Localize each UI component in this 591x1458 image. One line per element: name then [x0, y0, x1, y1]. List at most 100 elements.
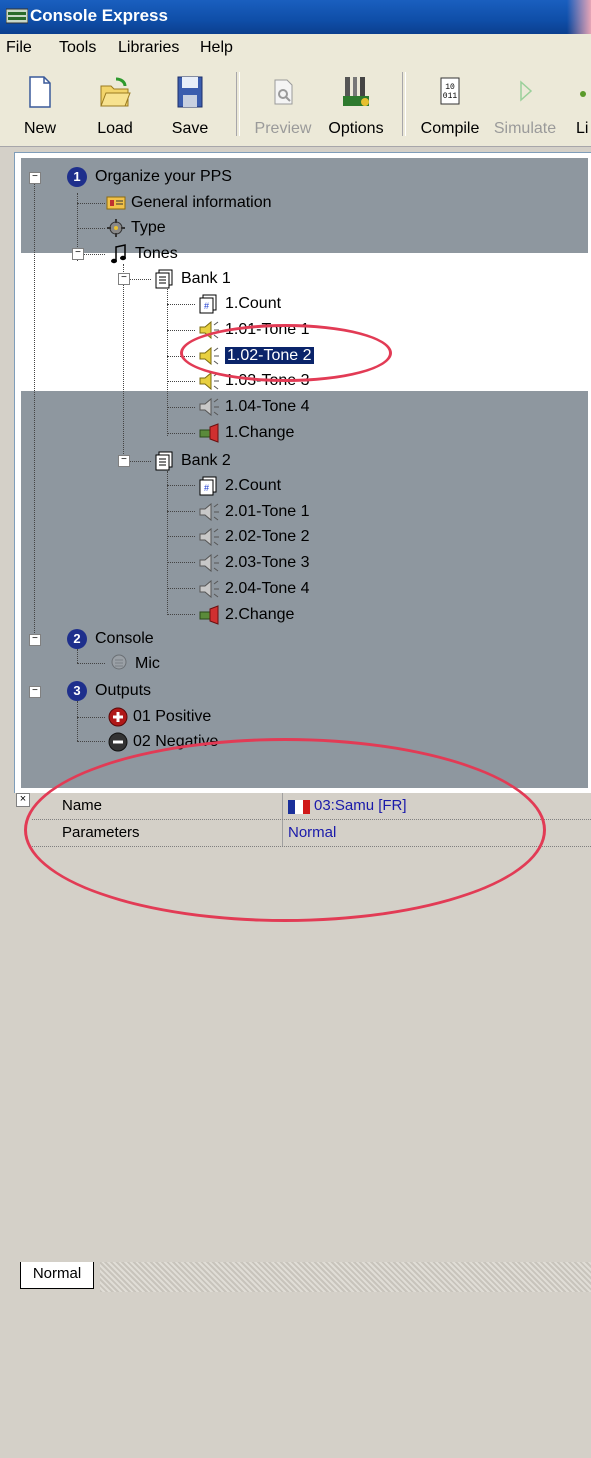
collapse-toggle[interactable]: − — [118, 455, 130, 467]
positive-label: 01 Positive — [133, 708, 212, 725]
new-label: New — [23, 120, 57, 137]
annotation-circle-selected-tone — [180, 324, 392, 382]
svg-text:011: 011 — [443, 92, 458, 101]
menu-libraries[interactable]: Libraries — [118, 39, 179, 57]
tree-item-2-01-tone-1[interactable]: 2.01-Tone 1 — [225, 501, 310, 523]
general-label: General information — [131, 194, 272, 211]
svg-text:#: # — [204, 483, 209, 493]
simulate-button[interactable]: Simulate — [490, 70, 560, 140]
tree-item-type[interactable]: Type — [131, 217, 166, 239]
organize-label: Organize your PPS — [95, 168, 232, 185]
collapse-toggle[interactable]: − — [29, 686, 41, 698]
plus-circle-icon — [108, 707, 128, 727]
load-label: Load — [97, 120, 133, 137]
open-folder-icon — [100, 77, 131, 107]
tree-item-general-information[interactable]: General information — [131, 192, 272, 214]
toolbar: New Load Save Preview Options 10 011 Comp… — [0, 64, 591, 147]
speaker-icon — [199, 502, 219, 522]
speaker-icon — [199, 579, 219, 599]
tree-item-2-02-tone-2[interactable]: 2.02-Tone 2 — [225, 526, 310, 548]
options-button[interactable]: Options — [320, 70, 392, 140]
close-icon[interactable]: × — [16, 793, 30, 807]
item-label: 2.Count — [225, 477, 282, 494]
simulate-label: Simulate — [493, 120, 557, 137]
tree-item-2-03-tone-3[interactable]: 2.03-Tone 3 — [225, 552, 310, 574]
tree-item-1-change[interactable]: 1.Change — [225, 422, 294, 444]
step-2-badge: 2 — [67, 629, 87, 649]
tree-item-1-04-tone-4[interactable]: 1.04-Tone 4 — [225, 396, 310, 418]
speaker-icon — [199, 397, 219, 417]
title-bar: Console Express — [0, 0, 591, 34]
bottom-tab-strip: Normal — [0, 1262, 591, 1304]
tab-strip-background — [100, 1262, 591, 1292]
tree-item-2-count[interactable]: 2.Count — [225, 475, 281, 497]
bank-icon — [155, 269, 173, 289]
compile-binary-icon: 10011 — [440, 77, 460, 105]
tree-item-bank-1[interactable]: Bank 1 — [181, 268, 231, 290]
tones-label: Tones — [135, 245, 178, 262]
speaker-icon — [199, 553, 219, 573]
console-label: Console — [95, 630, 154, 647]
tree-item-2-change[interactable]: 2.Change — [225, 604, 294, 626]
project-tree[interactable]: − 1 Organize your PPS General informatio… — [14, 152, 591, 794]
step-3-badge: 3 — [67, 681, 87, 701]
speaker-icon — [199, 527, 219, 547]
preview-label: Preview — [254, 120, 312, 137]
general-info-icon — [106, 196, 126, 210]
save-button[interactable]: Save — [160, 70, 220, 140]
change-icon — [199, 423, 219, 443]
load-button[interactable]: Load — [85, 70, 145, 140]
minus-circle-icon — [108, 732, 128, 752]
item-label: 2.01-Tone 1 — [225, 503, 310, 520]
window-title: Console Express — [30, 6, 168, 25]
type-label: Type — [131, 219, 166, 236]
menu-file[interactable]: File — [6, 39, 32, 57]
tab-normal[interactable]: Normal — [20, 1262, 94, 1289]
menu-tools[interactable]: Tools — [59, 39, 96, 57]
annotation-circle-properties — [24, 738, 546, 922]
new-button[interactable]: New — [10, 70, 70, 140]
toolbar-separator — [236, 72, 240, 136]
music-note-icon — [111, 244, 126, 264]
item-label: 2.04-Tone 4 — [225, 580, 310, 597]
bank2-label: Bank 2 — [181, 452, 231, 469]
tree-item-2-04-tone-4[interactable]: 2.04-Tone 4 — [225, 578, 310, 600]
change-icon — [199, 605, 219, 625]
tree-item-mic[interactable]: Mic — [135, 653, 160, 675]
bank-icon — [155, 451, 173, 471]
options-tools-icon — [343, 77, 369, 106]
app-icon — [6, 8, 28, 24]
svg-text:10: 10 — [445, 83, 455, 92]
item-label: 1.Count — [225, 295, 282, 312]
compile-button[interactable]: 10 011 Compile — [412, 70, 488, 140]
type-icon — [107, 219, 125, 237]
tree-item-bank-2[interactable]: Bank 2 — [181, 450, 231, 472]
bank1-label: Bank 1 — [181, 270, 231, 287]
tree-item-tones[interactable]: Tones — [135, 243, 178, 265]
options-label: Options — [328, 120, 384, 137]
green-arrow-icon — [580, 91, 586, 97]
new-file-icon — [29, 76, 51, 108]
svg-text:#: # — [204, 301, 209, 311]
li-button[interactable]: Li — [570, 70, 591, 140]
tree-item-1-count[interactable]: 1.Count — [225, 293, 281, 315]
preview-icon — [274, 79, 293, 105]
menu-bar: File Tools Libraries Help — [0, 34, 591, 64]
save-label: Save — [171, 120, 209, 137]
collapse-toggle[interactable]: − — [118, 273, 130, 285]
collapse-toggle[interactable]: − — [72, 248, 84, 260]
tree-item-01-positive[interactable]: 01 Positive — [133, 706, 211, 728]
titlebar-edge — [567, 0, 591, 34]
count-icon: # — [199, 476, 217, 496]
tree-section-console[interactable]: Console — [95, 628, 154, 650]
tree-section-organize[interactable]: Organize your PPS — [95, 166, 232, 188]
toolbar-separator — [402, 72, 406, 136]
collapse-toggle[interactable]: − — [29, 634, 41, 646]
floppy-disk-icon — [177, 76, 203, 108]
tree-section-outputs[interactable]: Outputs — [95, 680, 151, 702]
preview-button[interactable]: Preview — [248, 70, 318, 140]
outputs-label: Outputs — [95, 682, 152, 699]
collapse-toggle[interactable]: − — [29, 172, 41, 184]
count-icon: # — [199, 294, 217, 314]
menu-help[interactable]: Help — [200, 39, 233, 57]
